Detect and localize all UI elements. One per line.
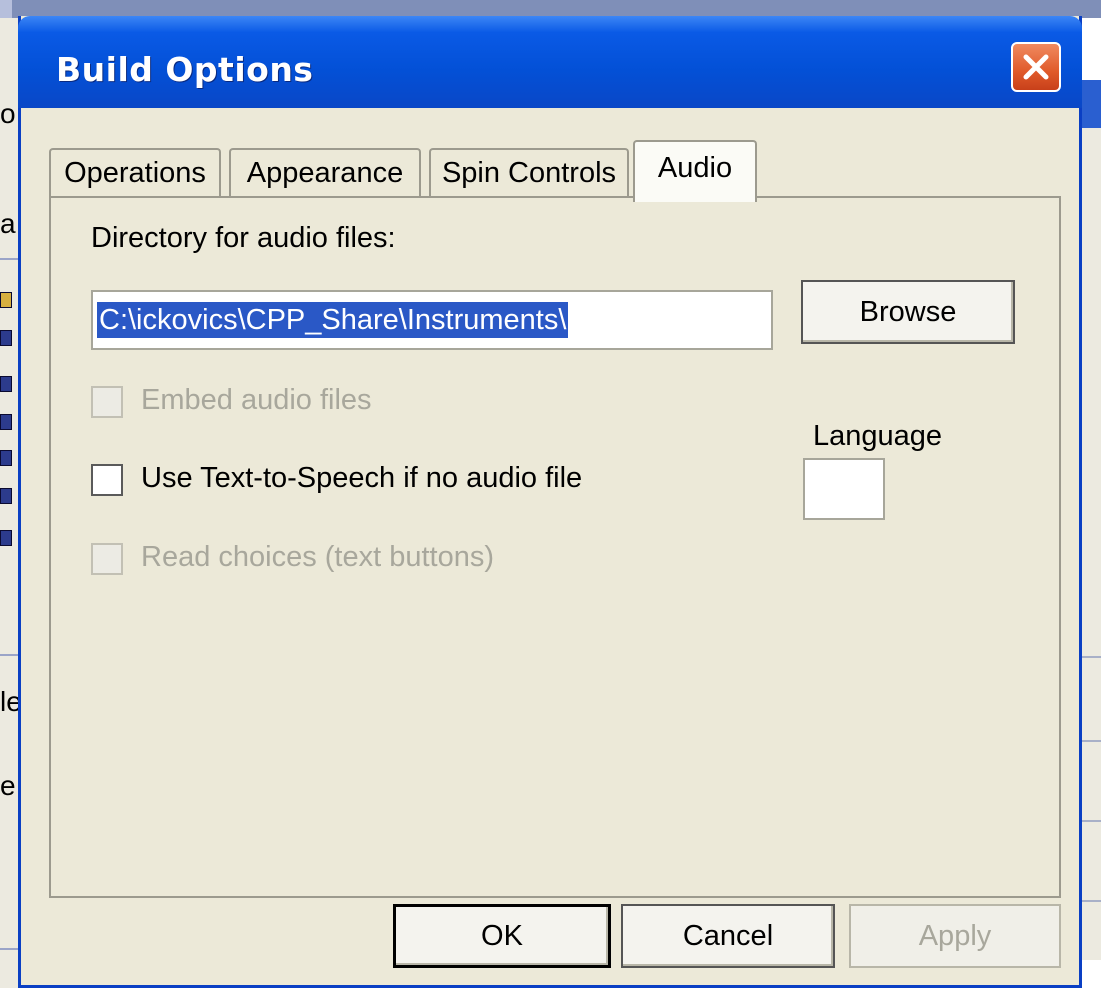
tab-label: Audio <box>657 152 733 184</box>
background-window-corner <box>0 0 12 18</box>
file-icon <box>0 330 12 346</box>
tab-spin-controls[interactable]: Spin Controls <box>429 148 629 196</box>
dialog-titlebar[interactable]: Build Options <box>18 16 1082 108</box>
cancel-button[interactable]: Cancel <box>621 904 835 968</box>
embed-audio-checkbox[interactable] <box>91 386 123 418</box>
file-icon <box>0 530 12 546</box>
ok-button[interactable]: OK <box>393 904 611 968</box>
apply-button[interactable]: Apply <box>849 904 1061 968</box>
file-icon <box>0 488 12 504</box>
ok-label: OK <box>481 919 523 952</box>
read-choices-label: Read choices (text buttons) <box>141 541 495 573</box>
build-options-dialog: Build Options Operations Appearance Spin… <box>18 16 1082 988</box>
read-choices-checkbox[interactable] <box>91 543 123 575</box>
close-button[interactable] <box>1011 42 1061 92</box>
background-text-fragment: o <box>0 98 16 129</box>
browse-label: Browse <box>859 295 957 328</box>
language-label: Language <box>813 420 943 452</box>
browse-button[interactable]: Browse <box>801 280 1015 344</box>
dialog-title: Build Options <box>56 50 314 89</box>
text-to-speech-label: Use Text-to-Speech if no audio file <box>141 462 583 494</box>
background-titlebar-fragment <box>1079 80 1101 128</box>
tab-operations[interactable]: Operations <box>49 148 221 196</box>
file-icon <box>0 376 12 392</box>
tab-label: Operations <box>64 156 206 189</box>
file-icon <box>0 414 12 430</box>
tab-label: Appearance <box>246 156 404 189</box>
close-x-icon <box>1023 54 1049 80</box>
cancel-label: Cancel <box>682 919 774 952</box>
folder-icon <box>0 292 12 308</box>
background-divider <box>1079 656 1101 658</box>
file-icon <box>0 450 12 466</box>
background-window-right <box>1079 80 1101 960</box>
embed-audio-label: Embed audio files <box>141 384 372 416</box>
apply-label: Apply <box>918 919 992 952</box>
language-input[interactable] <box>803 458 885 520</box>
audio-directory-input[interactable]: C:\ickovics\CPP_Share\Instruments\ <box>91 290 773 350</box>
background-divider <box>1079 900 1101 902</box>
tab-audio[interactable]: Audio <box>633 140 757 202</box>
tab-appearance[interactable]: Appearance <box>229 148 421 196</box>
tab-label: Spin Controls <box>441 156 617 189</box>
background-text-fragment: a <box>0 208 16 239</box>
background-divider <box>1079 820 1101 822</box>
background-text-fragment: e <box>0 770 16 801</box>
text-to-speech-checkbox[interactable] <box>91 464 123 496</box>
audio-directory-value: C:\ickovics\CPP_Share\Instruments\ <box>97 302 569 338</box>
background-divider <box>1079 740 1101 742</box>
directory-label: Directory for audio files: <box>91 222 396 254</box>
